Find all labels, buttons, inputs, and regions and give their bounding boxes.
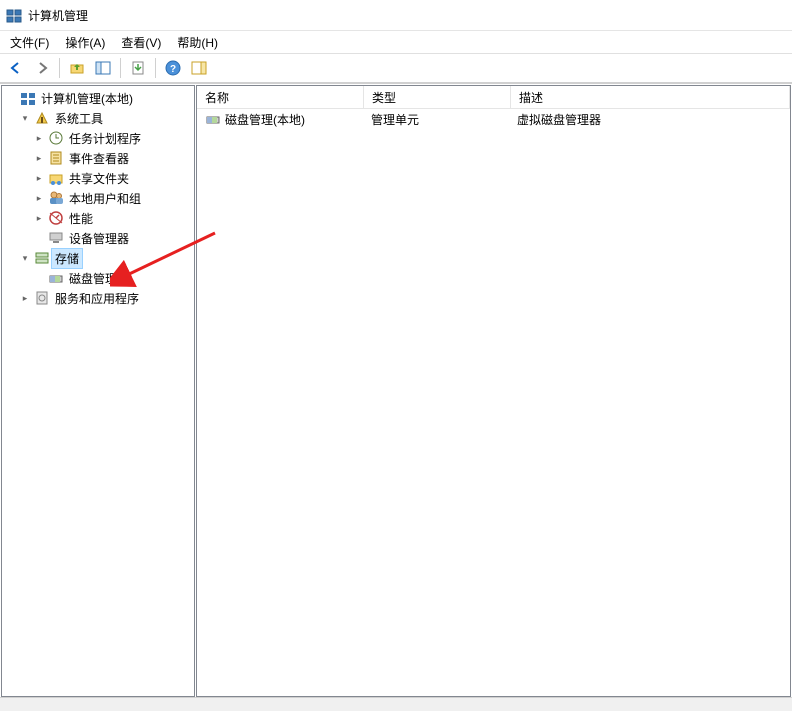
tree-node-label: 计算机管理(本地) [38,89,136,108]
expander-empty [32,231,46,245]
chevron-right-icon[interactable]: ▸ [32,211,46,225]
expander-empty [32,271,46,285]
shared-folders-icon [48,170,64,186]
chevron-right-icon[interactable]: ▸ [32,151,46,165]
tree-node-performance[interactable]: ▸ 性能 [2,208,194,228]
column-header-type[interactable]: 类型 [364,86,511,108]
chevron-right-icon[interactable]: ▸ [32,171,46,185]
list-pane: 名称 类型 描述 磁盘管理(本地) 管理单元 虚拟磁盘管理器 [196,85,791,697]
toolbar: ? [0,53,792,83]
users-icon [48,190,64,206]
tree-node-label: 共享文件夹 [66,169,132,188]
column-header-desc[interactable]: 描述 [511,86,790,108]
services-apps-icon [34,290,50,306]
event-viewer-icon [48,150,64,166]
list-cell-type: 管理单元 [363,109,509,130]
menu-view[interactable]: 查看(V) [115,32,167,53]
tree-node-label: 设备管理器 [66,229,132,248]
tree-node-disk-management[interactable]: 磁盘管理 [2,268,194,288]
tree-pane[interactable]: 计算机管理(本地) ▾ 系统工具 ▸ 任务计划程序 ▸ [1,85,195,697]
show-hide-action-pane-button[interactable] [187,56,211,80]
storage-icon [34,250,50,266]
chevron-down-icon[interactable] [4,91,18,105]
tree-node-event-viewer[interactable]: ▸ 事件查看器 [2,148,194,168]
tree-node-label: 磁盘管理 [66,269,120,288]
list-cell-desc: 虚拟磁盘管理器 [509,109,790,130]
menu-file[interactable]: 文件(F) [4,32,55,53]
tree-node-label: 任务计划程序 [66,129,144,148]
clock-icon [48,130,64,146]
tree-node-task-scheduler[interactable]: ▸ 任务计划程序 [2,128,194,148]
chevron-right-icon[interactable]: ▸ [32,191,46,205]
tree-node-label: 本地用户和组 [66,189,144,208]
device-manager-icon [48,230,64,246]
tree-node-storage[interactable]: ▾ 存储 [2,248,194,268]
show-hide-tree-button[interactable] [91,56,115,80]
up-folder-button[interactable] [65,56,89,80]
chevron-right-icon[interactable]: ▸ [32,131,46,145]
list-header: 名称 类型 描述 [197,86,790,109]
tree-node-label: 服务和应用程序 [52,289,142,308]
disk-management-icon [205,111,221,127]
menu-action[interactable]: 操作(A) [59,32,111,53]
tree: 计算机管理(本地) ▾ 系统工具 ▸ 任务计划程序 ▸ [2,86,194,310]
menubar: 文件(F) 操作(A) 查看(V) 帮助(H) [0,31,792,53]
tree-node-system-tools[interactable]: ▾ 系统工具 [2,108,194,128]
help-button[interactable]: ? [161,56,185,80]
tree-node-local-users[interactable]: ▸ 本地用户和组 [2,188,194,208]
tree-node-services-apps[interactable]: ▸ 服务和应用程序 [2,288,194,308]
nav-forward-button[interactable] [30,56,54,80]
tree-node-label: 性能 [66,209,96,228]
svg-text:?: ? [170,64,176,75]
chevron-down-icon[interactable]: ▾ [18,251,32,265]
menu-help[interactable]: 帮助(H) [171,32,224,53]
tree-node-label: 存储 [52,249,82,268]
list-body[interactable]: 磁盘管理(本地) 管理单元 虚拟磁盘管理器 [197,109,790,696]
tree-node-label: 事件查看器 [66,149,132,168]
main-area: 计算机管理(本地) ▾ 系统工具 ▸ 任务计划程序 ▸ [0,83,792,697]
statusbar [0,697,792,711]
system-tools-icon [34,110,50,126]
chevron-right-icon[interactable]: ▸ [18,291,32,305]
toolbar-separator [59,58,60,78]
tree-node-device-manager[interactable]: 设备管理器 [2,228,194,248]
computer-management-icon [20,90,36,106]
disk-management-icon [48,270,64,286]
tree-node-label: 系统工具 [52,109,106,128]
performance-icon [48,210,64,226]
toolbar-separator [155,58,156,78]
nav-back-button[interactable] [4,56,28,80]
export-list-button[interactable] [126,56,150,80]
app-icon [6,7,22,23]
list-cell-name: 磁盘管理(本地) [225,111,305,128]
chevron-down-icon[interactable]: ▾ [18,111,32,125]
list-row[interactable]: 磁盘管理(本地) 管理单元 虚拟磁盘管理器 [197,109,790,129]
window-title: 计算机管理 [28,7,88,24]
column-header-name[interactable]: 名称 [197,86,364,108]
tree-node-shared-folders[interactable]: ▸ 共享文件夹 [2,168,194,188]
toolbar-separator [120,58,121,78]
tree-node-root[interactable]: 计算机管理(本地) [2,88,194,108]
titlebar: 计算机管理 [0,0,792,31]
